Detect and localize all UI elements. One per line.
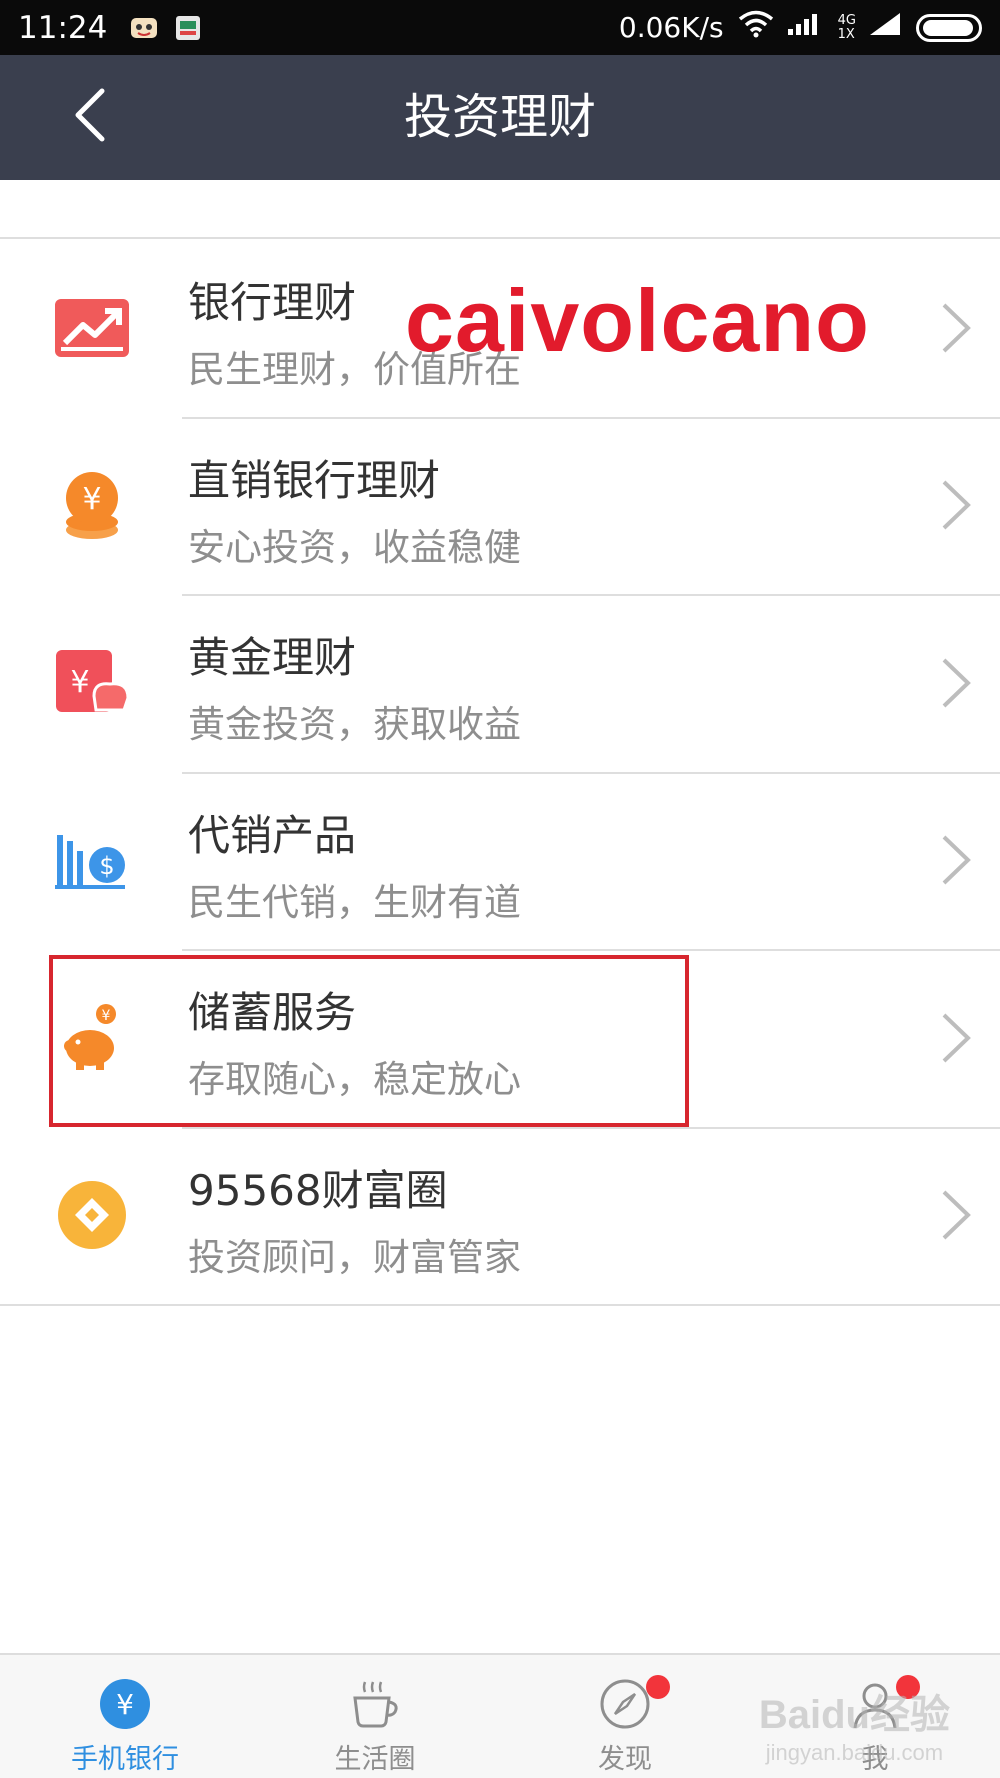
investment-list: 银行理财 民生理财，价值所在 ¥ 直销银行理财 安心投资，收益稳健 ¥ 黄金理财… [0,237,1000,1306]
yuan-circle-icon: ¥ [98,1677,152,1731]
status-time: 11:24 [18,9,108,46]
chevron-right-icon [942,658,971,708]
signal-icon [787,10,824,45]
chevron-right-icon [942,835,971,885]
list-item-title: 95568财富圈 [188,1165,448,1215]
list-item-subtitle: 黄金投资，获取收益 [188,703,521,746]
page-title: 投资理财 [403,89,596,145]
battery-icon [916,13,982,42]
status-bar: 11:24 0.06K/s 4G 1X [0,0,1000,55]
baidu-watermark: Baidu经验 jingyan.baidu.com [758,1693,950,1765]
network-type: 4G 1X [837,12,856,42]
signal-icon-2 [870,10,902,45]
svg-text:¥: ¥ [70,665,89,700]
svg-text:¥: ¥ [116,1688,134,1721]
title-bar: 投资理财 [0,55,1000,180]
compass-icon [598,1677,652,1731]
list-item-title: 直销银行理财 [188,455,441,505]
tab-label: 手机银行 [71,1744,179,1775]
list-item-title: 黄金理财 [188,633,357,682]
network-speed: 0.06K/s [618,11,724,44]
wifi-icon [738,10,774,46]
notification-badge [646,1675,670,1699]
list-item-wealth-circle[interactable]: 95568财富圈 投资顾问，财富管家 [0,1126,1000,1305]
tab-life-circle[interactable]: 生活圈 [250,1655,500,1778]
highlight-box [49,955,689,1127]
svg-text:¥: ¥ [82,482,101,517]
notification-app-icon-2 [173,13,203,43]
bar-dollar-icon: $ [52,820,132,900]
chevron-right-icon [942,1013,971,1063]
wealth-circle-icon [52,1175,132,1255]
coffee-cup-icon [348,1677,402,1731]
chevron-right-icon [942,303,971,353]
tab-label: 生活圈 [334,1744,416,1775]
chevron-right-icon [942,1190,971,1240]
list-item-subtitle: 民生代销，生财有道 [188,880,521,924]
list-item-gold[interactable]: ¥ 黄金理财 黄金投资，获取收益 [0,594,1000,772]
back-button[interactable] [60,85,120,145]
list-item-title: 银行理财 [188,278,357,327]
yuan-coin-stack-icon: ¥ [52,465,132,545]
svg-text:$: $ [99,852,114,880]
tab-discover[interactable]: 发现 [500,1655,750,1778]
list-item-direct-bank[interactable]: ¥ 直销银行理财 安心投资，收益稳健 [0,416,1000,595]
list-item-subtitle: 安心投资，收益稳健 [188,525,521,569]
notification-app-icon [129,13,159,43]
tab-label: 发现 [598,1744,652,1775]
trend-chart-icon [52,288,132,368]
list-item-title: 代销产品 [188,810,357,860]
list-item-subtitle: 投资顾问，财富管家 [188,1235,521,1279]
gold-ingot-icon: ¥ [52,643,132,723]
chevron-left-icon [75,88,105,142]
chevron-right-icon [942,480,971,530]
tab-mobile-banking[interactable]: ¥ 手机银行 [0,1655,250,1778]
list-item-agency-products[interactable]: $ 代销产品 民生代销，生财有道 [0,771,1000,950]
watermark-text: caivolcano [405,271,870,370]
